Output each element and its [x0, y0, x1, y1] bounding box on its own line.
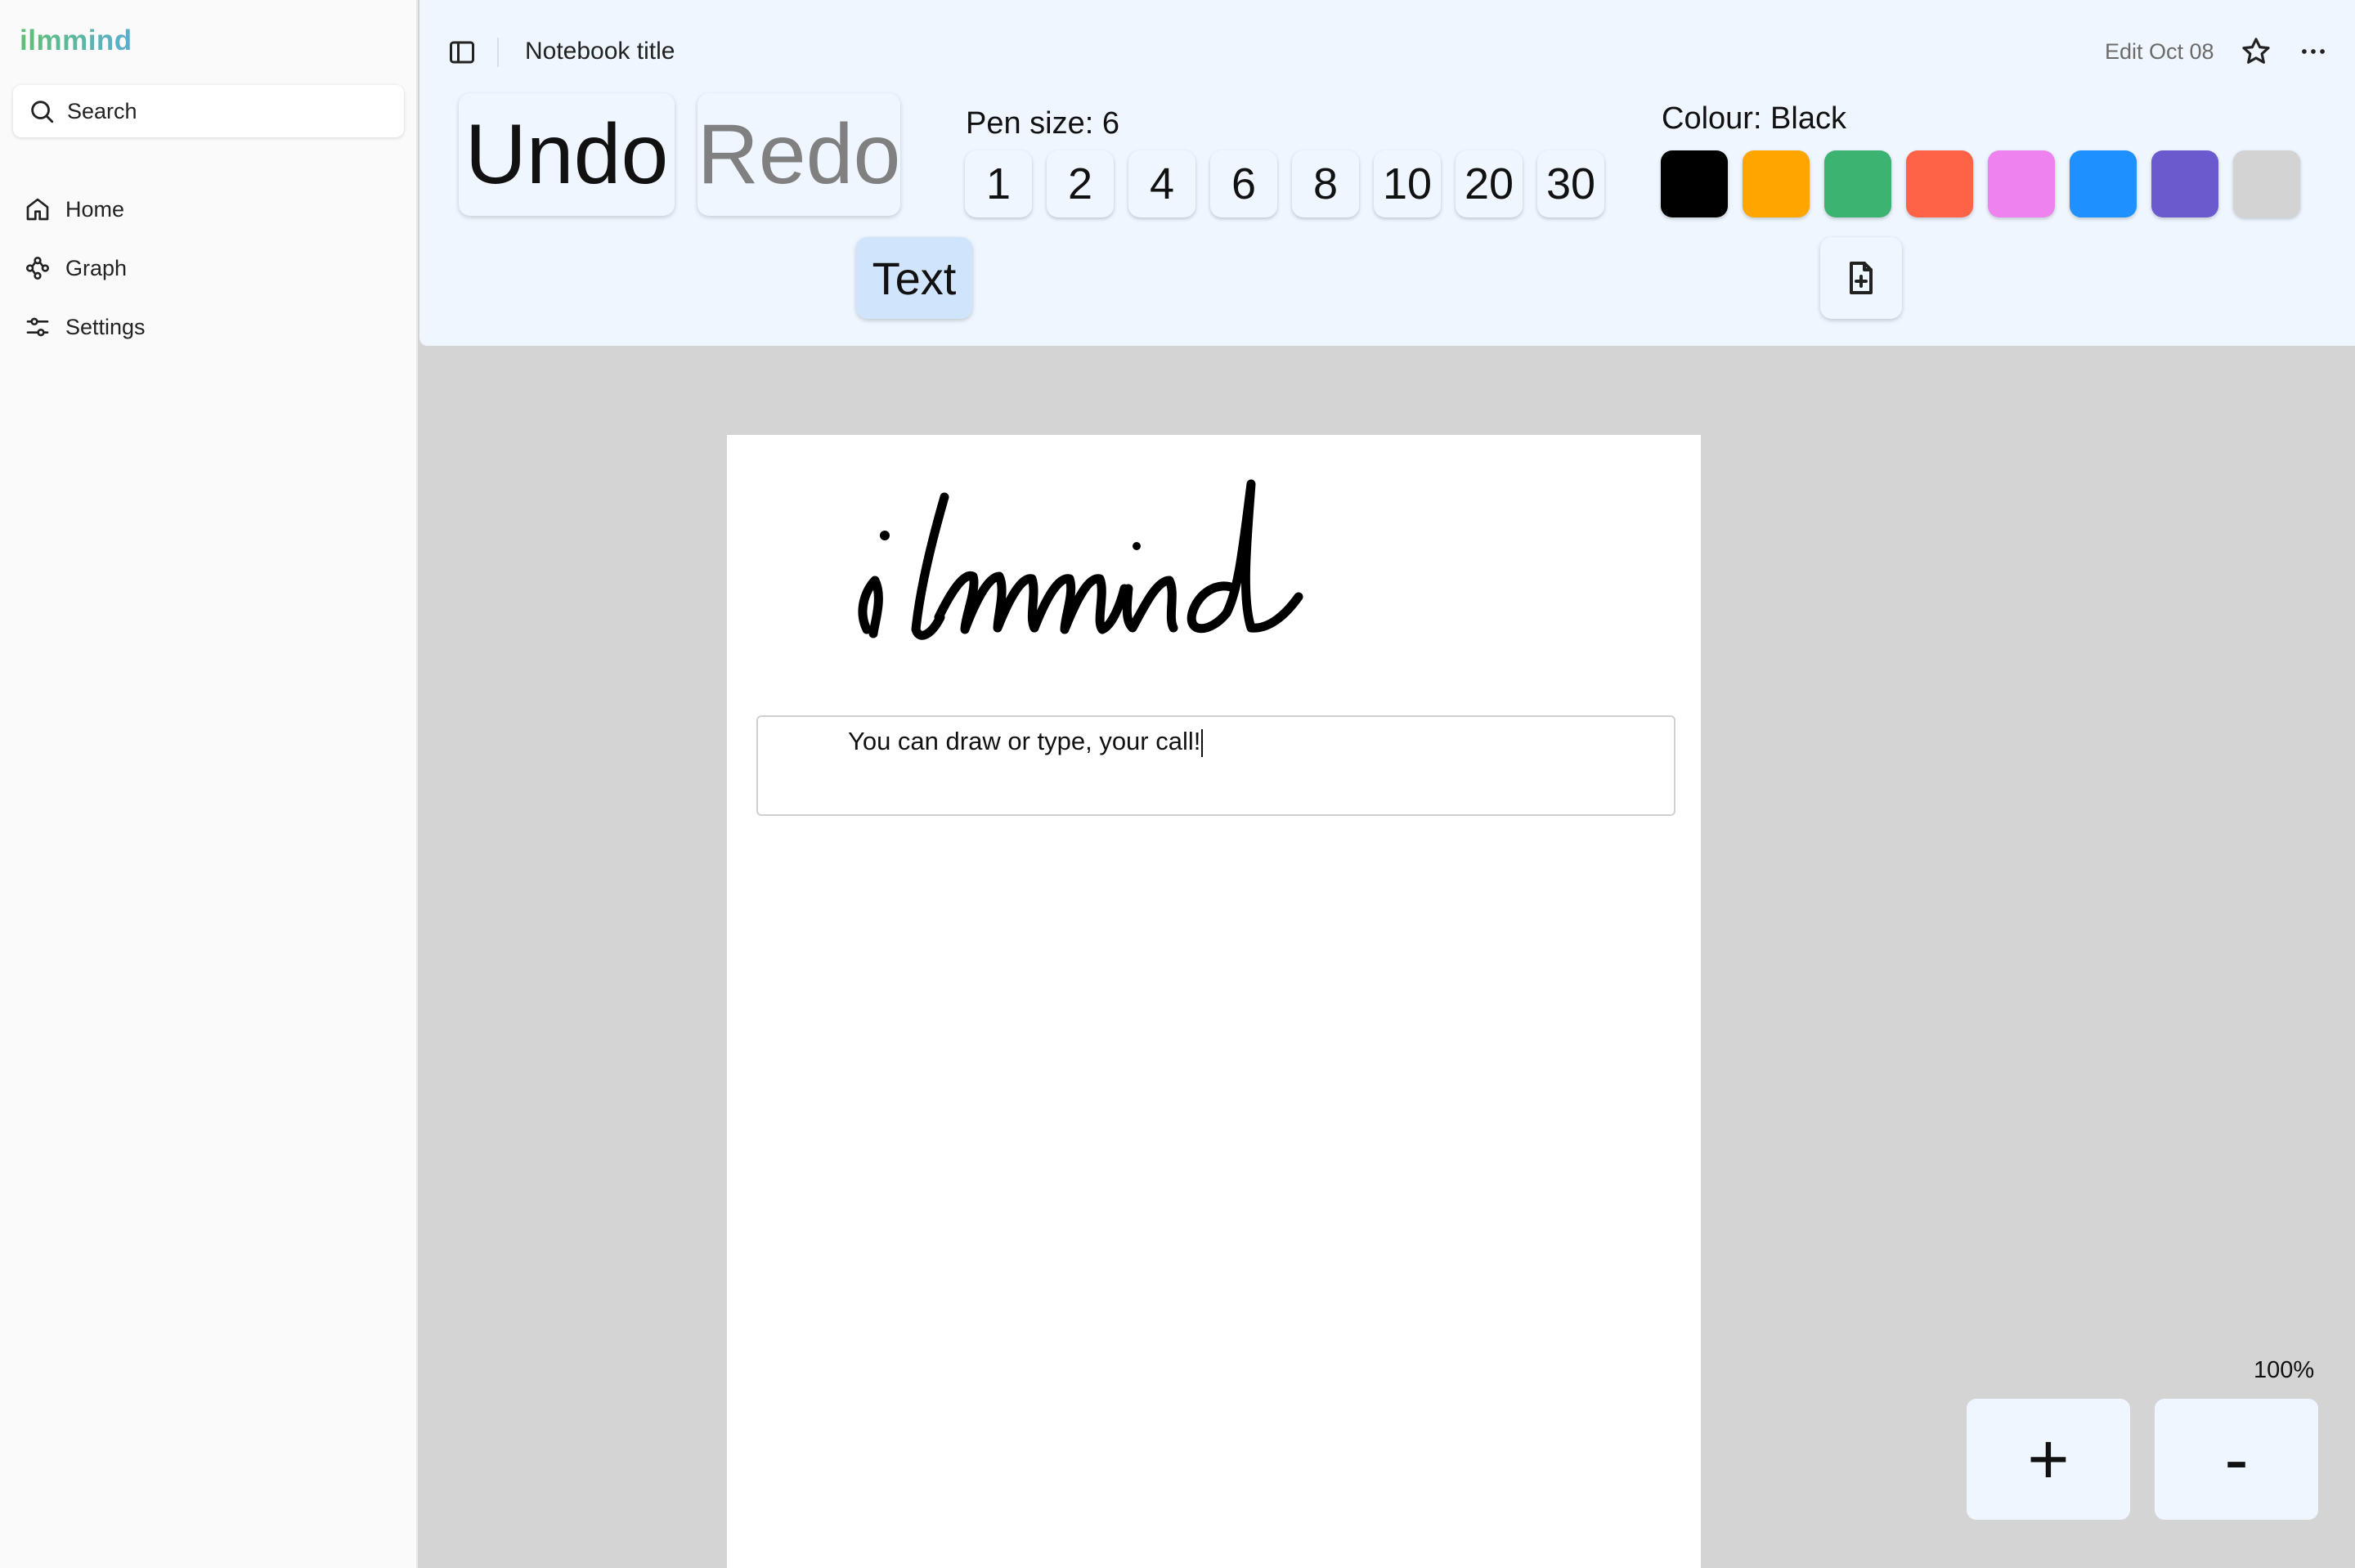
edit-date: Edit Oct 08 [2105, 39, 2214, 64]
pen-size-10-button[interactable]: 10 [1374, 150, 1441, 217]
sidebar-item-settings[interactable]: Settings [25, 307, 146, 347]
zoom-level: 100% [2254, 1357, 2315, 1383]
sidebar-item-label: Settings [65, 314, 146, 339]
home-icon [26, 198, 49, 221]
colour-label: Colour: Black [1662, 101, 1846, 136]
colour-swatch-light-grey[interactable] [2233, 150, 2300, 217]
search-icon [31, 101, 54, 123]
star-icon[interactable] [2241, 36, 2272, 67]
pen-size-8-button[interactable]: 8 [1292, 150, 1359, 217]
zoom-in-button[interactable]: + [1967, 1399, 2130, 1520]
pen-size-30-button[interactable]: 30 [1537, 150, 1604, 217]
colour-swatch-blue[interactable] [2070, 150, 2137, 217]
text-tool-button[interactable]: Text [856, 237, 972, 319]
colour-swatch-violet[interactable] [1988, 150, 2055, 217]
colour-swatch-green[interactable] [1824, 150, 1891, 217]
sidebar-item-graph[interactable]: Graph [25, 248, 127, 289]
pen-size-20-button[interactable]: 20 [1456, 150, 1523, 217]
sidebar: ilmmind Search Home Graph Settings [0, 0, 418, 1568]
zoom-out-button[interactable]: - [2155, 1399, 2318, 1520]
undo-button[interactable]: Undo [459, 93, 675, 216]
sidebar-toggle-icon[interactable] [447, 38, 477, 67]
app-brand[interactable]: ilmmind [20, 25, 132, 57]
more-options-icon[interactable] [2298, 36, 2329, 67]
header-divider [497, 38, 499, 67]
sidebar-item-label: Home [65, 196, 125, 222]
handwritten-drawing[interactable] [850, 466, 1374, 654]
pen-size-2-button[interactable]: 2 [1047, 150, 1114, 217]
search-label: Search [67, 98, 137, 123]
colour-swatch-orange[interactable] [1743, 150, 1810, 217]
notebook-title[interactable]: Notebook title [525, 38, 675, 65]
add-page-button[interactable] [1820, 237, 1902, 319]
file-plus-icon [1850, 262, 1873, 294]
pen-size-label: Pen size: 6 [966, 106, 1119, 141]
pen-size-6-button[interactable]: 6 [1210, 150, 1277, 217]
text-input-box[interactable]: You can draw or type, your call! [756, 715, 1675, 816]
redo-button[interactable]: Redo [698, 93, 900, 216]
textbox-text: You can draw or type, your call! [848, 727, 1201, 755]
colour-swatch-purple[interactable] [2151, 150, 2218, 217]
colour-swatch-black[interactable] [1661, 150, 1728, 217]
text-caret [1201, 728, 1204, 757]
pen-size-4-button[interactable]: 4 [1128, 150, 1195, 217]
colour-swatch-tomato[interactable] [1906, 150, 1973, 217]
text-content[interactable]: You can draw or type, your call! [848, 727, 1204, 757]
graph-icon [26, 257, 49, 280]
sidebar-item-home[interactable]: Home [25, 189, 124, 230]
settings-icon [26, 317, 49, 337]
search-button[interactable]: Search [13, 85, 404, 137]
sidebar-item-label: Graph [65, 255, 128, 280]
pen-size-1-button[interactable]: 1 [965, 150, 1032, 217]
